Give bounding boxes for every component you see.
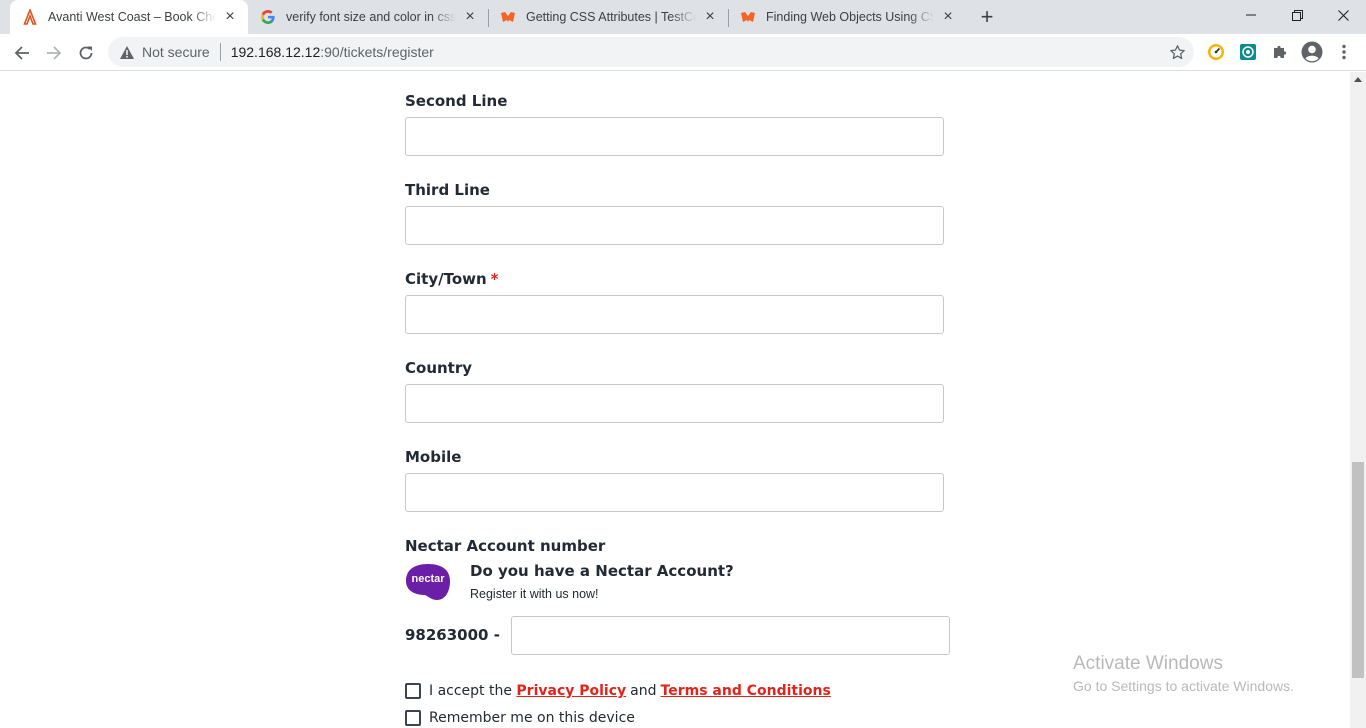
remember-me-row: Remember me on this device — [405, 710, 635, 726]
url-host: 192.168.12.12 — [230, 44, 321, 60]
page-viewport: Second Line Third Line City/Town * Countr… — [0, 72, 1350, 728]
security-label[interactable]: Not secure — [142, 44, 210, 60]
city-town-label: City/Town * — [405, 270, 499, 288]
terms-conditions-link[interactable]: Terms and Conditions — [661, 683, 831, 699]
minimize-button[interactable] — [1228, 0, 1274, 30]
watermark-title: Activate Windows — [1073, 653, 1223, 674]
warning-triangle-icon — [118, 43, 136, 61]
country-label: Country — [405, 359, 473, 377]
accept-terms-row: I accept the Privacy Policy and Terms and … — [405, 683, 831, 699]
speed-gauge-extension-icon[interactable] — [1205, 41, 1227, 63]
accept-terms-checkbox[interactable] — [405, 683, 421, 699]
third-line-input[interactable] — [405, 206, 944, 245]
tab-title: Avanti West Coast – Book Cheap Train Tic… — [48, 10, 216, 24]
google-icon — [260, 9, 276, 25]
nectar-account-label: Nectar Account number — [405, 537, 606, 555]
mobile-label: Mobile — [405, 448, 462, 466]
third-line-label: Third Line — [405, 181, 490, 199]
address-bar[interactable]: Not secure 192.168.12.12:90/tickets/regi… — [108, 37, 1194, 67]
scroll-up-arrow-icon[interactable] — [1354, 77, 1362, 82]
remember-me-checkbox[interactable] — [405, 710, 421, 726]
remember-me-label: Remember me on this device — [429, 710, 635, 726]
reload-icon — [79, 46, 93, 60]
teal-extension-icon[interactable] — [1237, 41, 1259, 63]
smartbear-icon — [500, 9, 516, 25]
second-line-label: Second Line — [405, 92, 508, 110]
scrollbar-thumb[interactable] — [1352, 462, 1364, 678]
and-text: and — [630, 683, 657, 699]
accept-prefix-text: I accept the — [429, 683, 512, 699]
activate-windows-watermark: Activate Windows Go to Settings to activ… — [1073, 653, 1294, 694]
country-input[interactable] — [405, 384, 944, 423]
watermark-subtitle: Go to Settings to activate Windows. — [1073, 678, 1294, 694]
close-tab-icon[interactable]: × — [940, 9, 956, 25]
nectar-number-input[interactable] — [511, 616, 950, 655]
nectar-prefix: 98263000 - — [405, 626, 500, 644]
tab-title: Getting CSS Attributes | TestComplete Do… — [526, 10, 696, 24]
close-tab-icon[interactable]: × — [702, 9, 718, 25]
restore-button[interactable] — [1274, 0, 1320, 30]
omnibox-divider — [219, 43, 221, 61]
required-asterisk: * — [490, 270, 499, 288]
tab-finding-web-objects[interactable]: Finding Web Objects Using CSS Selectors … — [728, 0, 966, 34]
page-scrollbar[interactable] — [1350, 72, 1366, 728]
avanti-logo-icon — [22, 9, 38, 25]
arrow-right-icon — [47, 46, 62, 60]
bookmark-star-icon[interactable] — [1168, 43, 1186, 61]
nectar-logo-text: nectar — [411, 573, 445, 585]
puzzle-extensions-icon[interactable] — [1269, 41, 1291, 63]
nectar-question: Do you have a Nectar Account? — [470, 562, 734, 580]
nectar-logo-icon: nectar — [406, 564, 450, 600]
tab-google-search[interactable]: verify font size and color in css in sel… — [248, 0, 488, 34]
kebab-menu-icon[interactable] — [1333, 41, 1355, 63]
tab-title: verify font size and color in css in sel… — [286, 10, 456, 24]
close-tab-icon[interactable]: × — [462, 9, 478, 25]
tab-avanti[interactable]: Avanti West Coast – Book Cheap Train Tic… — [10, 0, 248, 34]
privacy-policy-link[interactable]: Privacy Policy — [516, 683, 626, 699]
tab-testcomplete-css[interactable]: Getting CSS Attributes | TestComplete Do… — [488, 0, 728, 34]
smartbear-icon — [740, 9, 756, 25]
city-town-input[interactable] — [405, 295, 944, 334]
close-window-button[interactable] — [1320, 0, 1366, 30]
tab-strip: Avanti West Coast – Book Cheap Train Tic… — [0, 0, 1366, 34]
back-button[interactable] — [8, 39, 36, 67]
browser-toolbar: Not secure 192.168.12.12:90/tickets/regi… — [0, 34, 1366, 71]
mobile-input[interactable] — [405, 473, 944, 512]
profile-avatar-icon[interactable] — [1301, 41, 1323, 63]
reload-button[interactable] — [72, 39, 100, 67]
second-line-input[interactable] — [405, 117, 944, 156]
arrow-left-icon — [14, 46, 29, 60]
tab-title: Finding Web Objects Using CSS Selectors — [766, 10, 934, 24]
url-path: :90/tickets/register — [320, 44, 434, 60]
close-tab-icon[interactable]: × — [222, 9, 238, 25]
nectar-subtext: Register it with us now! — [470, 587, 599, 601]
new-tab-button[interactable]: + — [976, 4, 998, 29]
forward-button[interactable] — [40, 39, 68, 67]
